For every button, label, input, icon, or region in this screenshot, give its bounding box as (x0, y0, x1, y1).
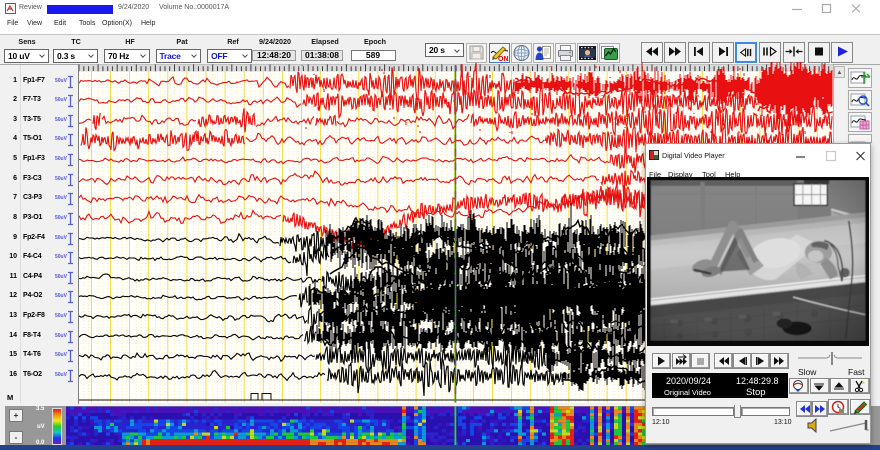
svg-text:Slow: Slow (798, 367, 817, 377)
svg-text:Fast: Fast (848, 367, 865, 377)
